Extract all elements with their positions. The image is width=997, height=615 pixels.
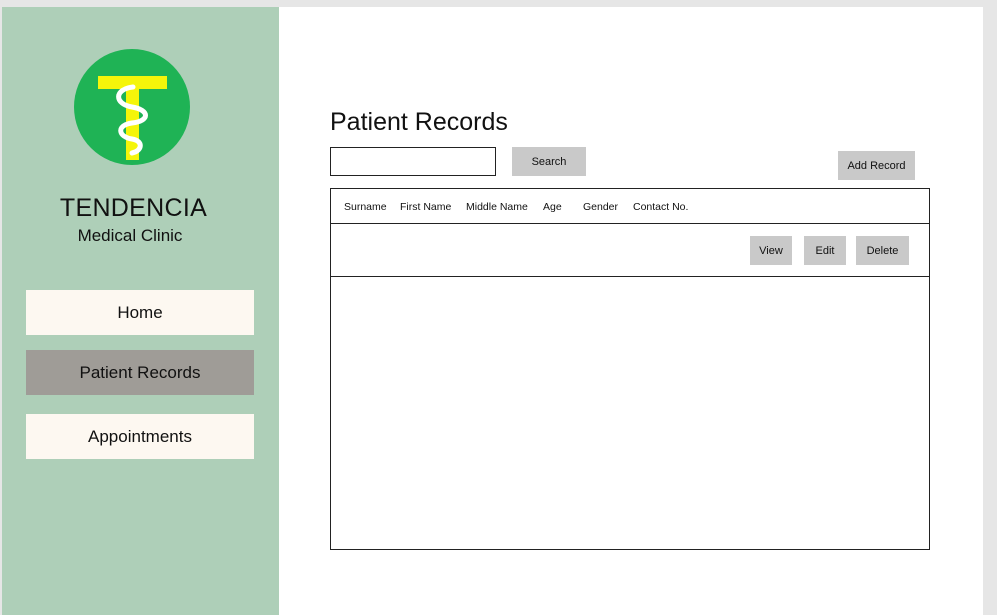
sidebar-item-label: Patient Records [79,362,201,382]
add-record-button[interactable]: Add Record [838,151,915,180]
delete-button[interactable]: Delete [856,236,909,265]
view-button[interactable]: View [750,236,792,265]
sidebar-item-home[interactable]: Home [26,290,254,335]
edit-button[interactable]: Edit [804,236,846,265]
sidebar-item-appointments[interactable]: Appointments [26,414,254,459]
column-header-first-name: First Name [400,201,452,213]
sidebar-item-label: Home [117,302,163,322]
column-header-age: Age [543,201,562,213]
table-row: View Edit Delete [331,224,929,277]
sidebar-item-patient-records[interactable]: Patient Records [26,350,254,395]
search-button[interactable]: Search [512,147,586,176]
patient-records-table: Surname First Name Middle Name Age Gende… [330,188,930,550]
app-frame: TENDENCIA Medical Clinic Home Patient Re… [2,7,983,615]
brand-subtitle: Medical Clinic [77,226,183,245]
search-input[interactable] [330,147,496,176]
column-header-middle-name: Middle Name [466,201,528,213]
sidebar-item-label: Appointments [88,426,192,446]
brand-name: TENDENCIA [59,194,208,222]
column-header-gender: Gender [583,201,619,213]
column-header-contact-no: Contact No. [633,201,689,213]
sidebar: TENDENCIA Medical Clinic Home Patient Re… [2,7,279,615]
page-title: Patient Records [330,108,508,136]
table-header: Surname First Name Middle Name Age Gende… [331,189,929,224]
rod-of-asclepius-logo-icon [74,49,190,165]
column-header-surname: Surname [344,201,387,213]
